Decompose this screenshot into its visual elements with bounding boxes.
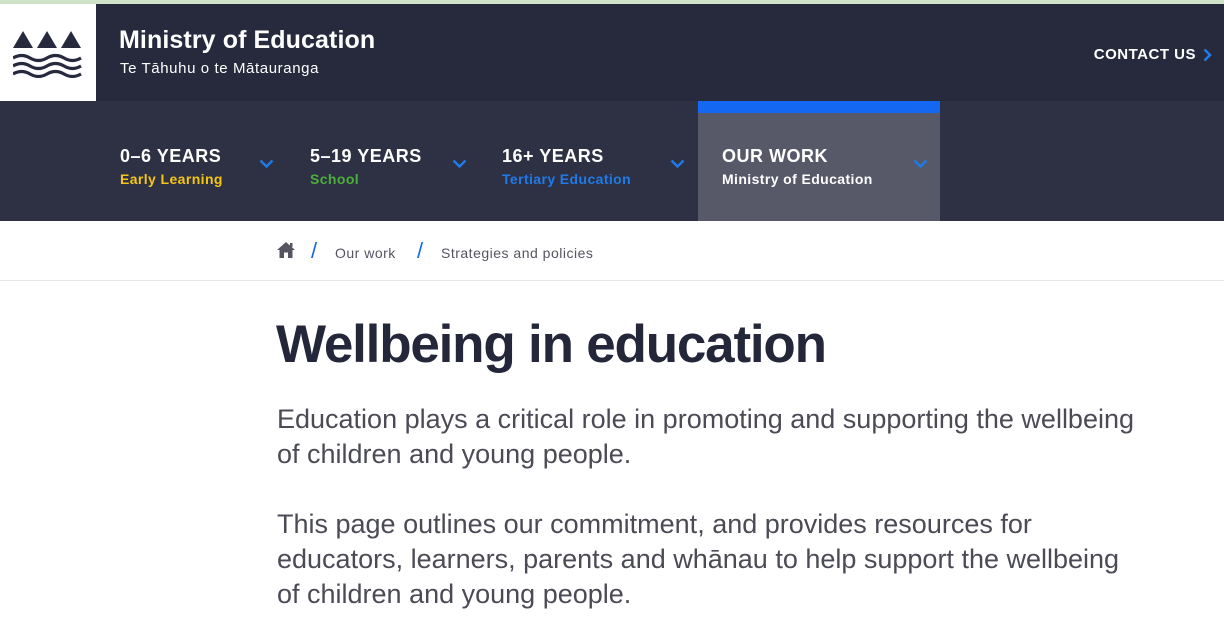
nav-item-our-work[interactable]: OUR WORK Ministry of Education xyxy=(722,101,940,221)
breadcrumb-item[interactable]: Our work xyxy=(335,245,396,261)
home-icon xyxy=(277,242,295,258)
site-header: Ministry of Education Te Tāhuhu o te Māt… xyxy=(0,4,1224,101)
nav-item-0-6-years[interactable]: 0–6 YEARS Early Learning xyxy=(120,101,285,221)
nav-item-subtitle: School xyxy=(310,171,360,187)
nav-item-title: OUR WORK xyxy=(722,146,828,166)
site-subtitle: Te Tāhuhu o te Mātauranga xyxy=(120,60,320,77)
chevron-down-icon xyxy=(452,159,467,169)
breadcrumb-separator: / xyxy=(417,238,424,263)
nav-item-5-19-years[interactable]: 5–19 YEARS School xyxy=(310,101,475,221)
page-title: Wellbeing in education xyxy=(276,315,827,374)
site-title[interactable]: Ministry of Education xyxy=(119,26,375,55)
main-nav: 0–6 YEARS Early Learning 5–19 YEARS Scho… xyxy=(0,101,1224,221)
nav-item-16-plus-years[interactable]: 16+ YEARS Tertiary Education xyxy=(502,101,692,221)
chevron-down-icon xyxy=(913,159,928,169)
nav-item-subtitle: Early Learning xyxy=(120,171,223,187)
intro-paragraph: This page outlines our commitment, and p… xyxy=(277,509,1120,609)
chevron-down-icon xyxy=(670,159,685,169)
chevron-down-icon xyxy=(259,159,274,169)
ministry-logo[interactable] xyxy=(0,4,96,101)
contact-us-link[interactable]: CONTACT US xyxy=(1094,46,1212,63)
chevron-right-icon xyxy=(1203,48,1212,61)
breadcrumb-home[interactable] xyxy=(276,241,296,264)
nav-item-title: 0–6 YEARS xyxy=(120,146,222,166)
intro-paragraph: Education plays a critical role in promo… xyxy=(277,404,1134,469)
nav-item-subtitle: Ministry of Education xyxy=(722,171,873,187)
mountains-waves-icon xyxy=(13,31,82,78)
nav-item-title: 16+ YEARS xyxy=(502,146,604,166)
nav-item-subtitle: Tertiary Education xyxy=(502,171,632,187)
breadcrumb: / Our work / Strategies and policies xyxy=(0,221,1224,281)
nav-item-title: 5–19 YEARS xyxy=(310,146,422,166)
breadcrumb-item[interactable]: Strategies and policies xyxy=(441,245,593,261)
breadcrumb-separator: / xyxy=(311,238,318,263)
contact-us-label: CONTACT US xyxy=(1093,46,1196,63)
